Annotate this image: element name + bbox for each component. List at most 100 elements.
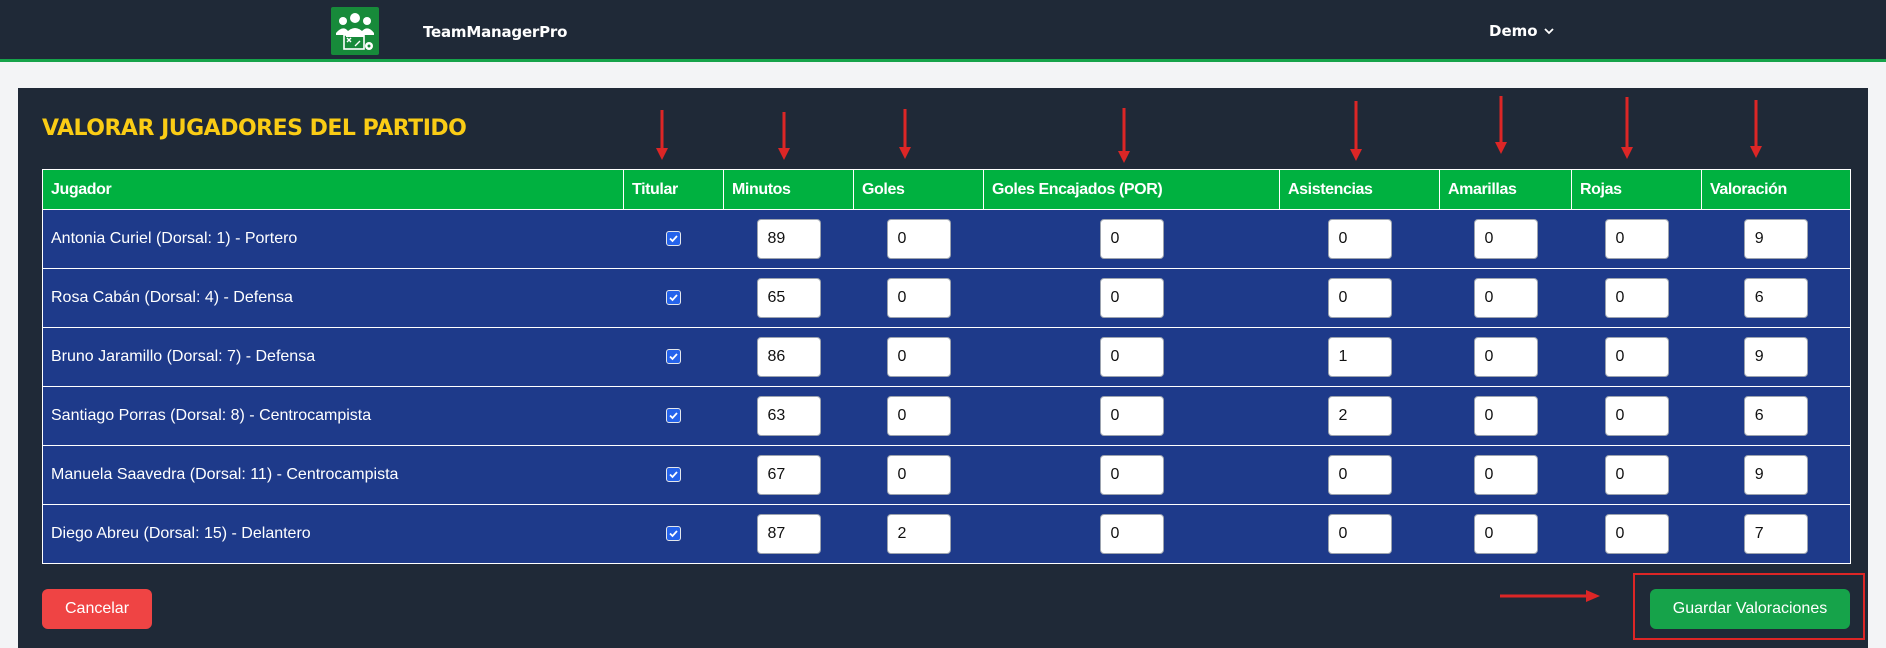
rating-cell xyxy=(1701,327,1851,387)
rating-input[interactable] xyxy=(1743,514,1808,554)
rating-input[interactable] xyxy=(1743,396,1808,436)
column-header: Minutos xyxy=(723,169,854,210)
checkmark-icon xyxy=(669,530,678,538)
checkmark-icon xyxy=(669,412,678,420)
goals-conceded-input[interactable] xyxy=(1099,219,1164,259)
goals-conceded-input[interactable] xyxy=(1099,514,1164,554)
goals-conceded-input[interactable] xyxy=(1099,455,1164,495)
yellow-cards-cell xyxy=(1439,445,1572,505)
player-name: Santiago Porras (Dorsal: 8) - Centrocamp… xyxy=(42,386,624,446)
rating-input[interactable] xyxy=(1743,219,1808,259)
cancel-button[interactable]: Cancelar xyxy=(42,589,152,629)
arrow-icon xyxy=(1500,590,1600,602)
column-header: Asistencias xyxy=(1279,169,1440,210)
goals-cell xyxy=(853,445,984,505)
team-logo-icon[interactable] xyxy=(331,7,379,55)
goals-cell xyxy=(853,386,984,446)
goals-input[interactable] xyxy=(886,514,951,554)
goals-input[interactable] xyxy=(886,455,951,495)
goals-conceded-input[interactable] xyxy=(1099,337,1164,377)
table-header-row: Jugador Titular Minutos Goles Goles Enca… xyxy=(42,169,1851,210)
table-row: Rosa Cabán (Dorsal: 4) - Defensa xyxy=(42,268,1851,328)
goals-conceded-cell xyxy=(983,268,1280,328)
yellow-cards-input[interactable] xyxy=(1473,455,1538,495)
player-name: Rosa Cabán (Dorsal: 4) - Defensa xyxy=(42,268,624,328)
assists-cell xyxy=(1279,209,1440,269)
goals-input[interactable] xyxy=(886,278,951,318)
red-cards-input[interactable] xyxy=(1604,455,1669,495)
minutes-input[interactable] xyxy=(756,455,821,495)
yellow-cards-input[interactable] xyxy=(1473,219,1538,259)
assists-cell xyxy=(1279,445,1440,505)
save-ratings-button[interactable]: Guardar Valoraciones xyxy=(1650,589,1850,629)
starter-checkbox[interactable] xyxy=(666,349,681,365)
table-body: Antonia Curiel (Dorsal: 1) - Portero Ros… xyxy=(42,209,1851,564)
goals-cell xyxy=(853,504,984,564)
column-header: Titular xyxy=(623,169,724,210)
rating-input[interactable] xyxy=(1743,455,1808,495)
assists-input[interactable] xyxy=(1327,219,1392,259)
red-cards-input[interactable] xyxy=(1604,396,1669,436)
rating-cell xyxy=(1701,386,1851,446)
column-header: Valoración xyxy=(1701,169,1851,210)
minutes-input[interactable] xyxy=(756,219,821,259)
starter-checkbox[interactable] xyxy=(666,526,681,542)
rating-input[interactable] xyxy=(1743,278,1808,318)
brand-name[interactable]: TeamManagerPro xyxy=(423,23,567,41)
yellow-cards-input[interactable] xyxy=(1473,514,1538,554)
assists-cell xyxy=(1279,327,1440,387)
goals-conceded-cell xyxy=(983,327,1280,387)
red-cards-input[interactable] xyxy=(1604,219,1669,259)
minutes-input[interactable] xyxy=(756,337,821,377)
table-row: Manuela Saavedra (Dorsal: 11) - Centroca… xyxy=(42,445,1851,505)
checkmark-icon xyxy=(669,294,678,302)
rating-input[interactable] xyxy=(1743,337,1808,377)
assists-input[interactable] xyxy=(1327,337,1392,377)
red-cards-cell xyxy=(1571,268,1702,328)
goals-input[interactable] xyxy=(886,337,951,377)
red-cards-cell xyxy=(1571,386,1702,446)
goals-input[interactable] xyxy=(886,396,951,436)
player-ratings-table: Jugador Titular Minutos Goles Goles Enca… xyxy=(42,169,1851,564)
goals-conceded-cell xyxy=(983,504,1280,564)
arrow-icon xyxy=(1621,97,1633,159)
yellow-cards-input[interactable] xyxy=(1473,337,1538,377)
goals-conceded-cell xyxy=(983,209,1280,269)
starter-cell xyxy=(623,327,724,387)
column-header: Jugador xyxy=(42,169,624,210)
yellow-cards-cell xyxy=(1439,327,1572,387)
minutes-input[interactable] xyxy=(756,514,821,554)
yellow-cards-input[interactable] xyxy=(1473,396,1538,436)
starter-checkbox[interactable] xyxy=(666,408,681,424)
arrow-icon xyxy=(899,109,911,159)
goals-cell xyxy=(853,268,984,328)
column-header: Rojas xyxy=(1571,169,1702,210)
minutes-cell xyxy=(723,386,854,446)
red-cards-input[interactable] xyxy=(1604,337,1669,377)
goals-conceded-input[interactable] xyxy=(1099,396,1164,436)
user-menu[interactable]: Demo xyxy=(1489,22,1554,40)
minutes-cell xyxy=(723,209,854,269)
starter-checkbox[interactable] xyxy=(666,467,681,483)
minutes-input[interactable] xyxy=(756,396,821,436)
table-row: Santiago Porras (Dorsal: 8) - Centrocamp… xyxy=(42,386,1851,446)
user-name[interactable]: Demo xyxy=(1489,22,1538,40)
minutes-input[interactable] xyxy=(756,278,821,318)
assists-input[interactable] xyxy=(1327,455,1392,495)
goals-input[interactable] xyxy=(886,219,951,259)
red-cards-input[interactable] xyxy=(1604,514,1669,554)
assists-input[interactable] xyxy=(1327,514,1392,554)
assists-input[interactable] xyxy=(1327,396,1392,436)
goals-cell xyxy=(853,209,984,269)
goals-conceded-input[interactable] xyxy=(1099,278,1164,318)
arrow-icon xyxy=(1495,96,1507,154)
starter-checkbox[interactable] xyxy=(666,231,681,247)
red-cards-input[interactable] xyxy=(1604,278,1669,318)
yellow-cards-cell xyxy=(1439,504,1572,564)
assists-cell xyxy=(1279,268,1440,328)
starter-checkbox[interactable] xyxy=(666,290,681,306)
yellow-cards-cell xyxy=(1439,386,1572,446)
assists-input[interactable] xyxy=(1327,278,1392,318)
chevron-down-icon[interactable] xyxy=(1543,27,1554,35)
yellow-cards-input[interactable] xyxy=(1473,278,1538,318)
